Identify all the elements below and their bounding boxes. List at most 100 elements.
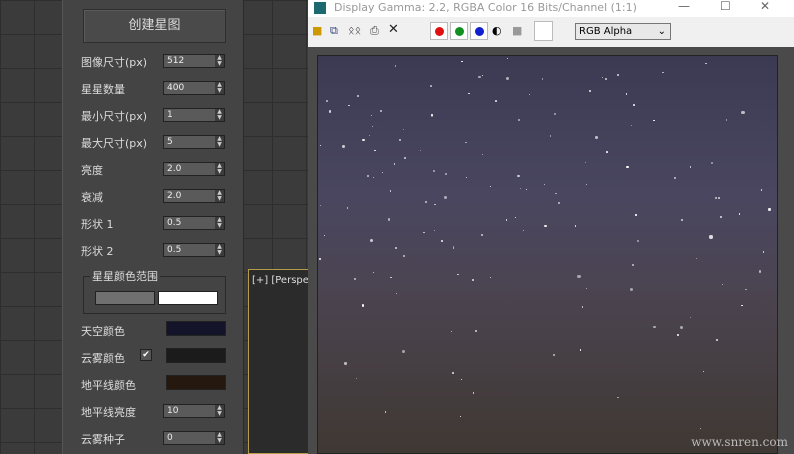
star [472,392,475,394]
print-icon[interactable]: ⎙ [370,24,379,38]
spinner-arrows-icon[interactable]: ▲ ▼ [215,217,224,229]
spinner-arrows-icon[interactable]: ▲ ▼ [215,55,224,67]
spinner-arrows-icon[interactable]: ▲ ▼ [215,244,224,256]
blue-channel-toggle[interactable] [470,22,488,40]
field-label: 形状 2 [81,245,114,258]
star [552,353,555,356]
field-row: 最小尺寸(px) 1 ▲ ▼ [81,108,231,123]
maximize-icon[interactable]: ☐ [720,0,731,14]
star [745,288,747,290]
star [370,114,373,117]
clone-icon[interactable]: ᛟᛟ [348,24,361,37]
close-icon[interactable]: ✕ [760,0,770,14]
star [579,349,582,351]
color-label: 天空颜色 [81,325,125,338]
copy-icon[interactable]: ⧉ [330,24,338,38]
star [522,229,525,232]
field-spinner[interactable]: 5 ▲ ▼ [163,135,225,149]
field-spinner[interactable]: 10 ▲ ▼ [163,404,225,418]
star [459,415,462,418]
star [402,350,405,353]
color-row: 地平线颜色 [81,375,231,392]
star [489,185,492,188]
rendered-star-image [317,55,778,454]
color-label: 云雾颜色 [81,352,125,365]
star [372,271,375,274]
field-value: 512 [167,56,185,66]
star [461,379,463,381]
star [554,113,556,115]
app-icon [314,2,326,14]
color-swatch[interactable] [166,321,226,336]
star [680,326,684,330]
background-color-swatch[interactable] [534,21,553,41]
field-label: 地平线亮度 [81,406,136,419]
create-star-map-button[interactable]: 创建星图 [83,9,226,43]
minimize-icon[interactable]: — [678,0,690,14]
field-spinner[interactable]: 0 ▲ ▼ [163,431,225,445]
star [402,254,405,257]
title-bar: Display Gamma: 2.2, RGBA Color 16 Bits/C… [308,0,794,17]
star [361,304,364,307]
star [475,330,478,333]
channel-select-value: RGB Alpha [579,26,633,37]
field-spinner[interactable]: 2.0 ▲ ▼ [163,162,225,176]
star [705,62,707,65]
star [441,239,443,242]
red-channel-toggle[interactable] [430,22,448,40]
color-swatch[interactable] [166,348,226,363]
star [355,378,358,380]
mono-icon[interactable]: ◐ [492,24,502,37]
star [517,119,520,122]
star [674,176,676,179]
star [557,202,560,205]
star-color-to-swatch[interactable] [158,291,218,305]
star [514,216,516,219]
green-channel-toggle[interactable] [450,22,468,40]
star [465,141,467,144]
star-color-range-group: 星星颜色范围 [83,268,226,314]
field-row: 亮度 2.0 ▲ ▼ [81,162,231,177]
color-swatch[interactable] [166,375,226,390]
star [319,257,322,261]
chevron-down-icon: ⌄ [657,26,666,37]
field-spinner[interactable]: 1 ▲ ▼ [163,108,225,122]
star [481,74,484,77]
field-spinner[interactable]: 2.0 ▲ ▼ [163,189,225,203]
star [700,428,702,430]
clear-icon[interactable]: ✕ [388,22,399,37]
frame-buffer-window: Display Gamma: 2.2, RGBA Color 16 Bits/C… [308,0,794,454]
field-spinner[interactable]: 0.5 ▲ ▼ [163,243,225,257]
field-spinner[interactable]: 400 ▲ ▼ [163,81,225,95]
star [635,214,637,216]
spinner-arrows-icon[interactable]: ▲ ▼ [215,82,224,94]
star [525,188,527,190]
star-color-from-swatch[interactable] [95,291,155,305]
spinner-arrows-icon[interactable]: ▲ ▼ [215,432,224,444]
field-value: 10 [167,406,179,416]
spinner-arrows-icon[interactable]: ▲ ▼ [215,136,224,148]
star [390,276,392,279]
star [717,197,720,200]
star [323,235,325,237]
spinner-arrows-icon[interactable]: ▲ ▼ [215,190,224,202]
color-row: 天空颜色 [81,321,231,338]
star [604,77,607,80]
star [676,334,679,336]
save-icon[interactable]: ■ [312,24,322,37]
spinner-arrows-icon[interactable]: ▲ ▼ [215,163,224,175]
fog-checkbox[interactable]: ✔ [140,349,152,361]
star [371,125,373,128]
perspective-viewport[interactable]: [+] [Perspective] [248,269,312,454]
channel-select[interactable]: RGB Alpha ⌄ [575,23,671,40]
field-spinner[interactable]: 512 ▲ ▼ [163,54,225,68]
star [711,161,714,165]
star [328,110,331,113]
star [702,371,704,373]
field-row: 星星数量 400 ▲ ▼ [81,81,231,96]
field-spinner[interactable]: 0.5 ▲ ▼ [163,216,225,230]
alpha-icon[interactable]: ■ [512,24,522,37]
spinner-arrows-icon[interactable]: ▲ ▼ [215,109,224,121]
spinner-arrows-icon[interactable]: ▲ ▼ [215,405,224,417]
field-value: 2.0 [167,164,182,174]
